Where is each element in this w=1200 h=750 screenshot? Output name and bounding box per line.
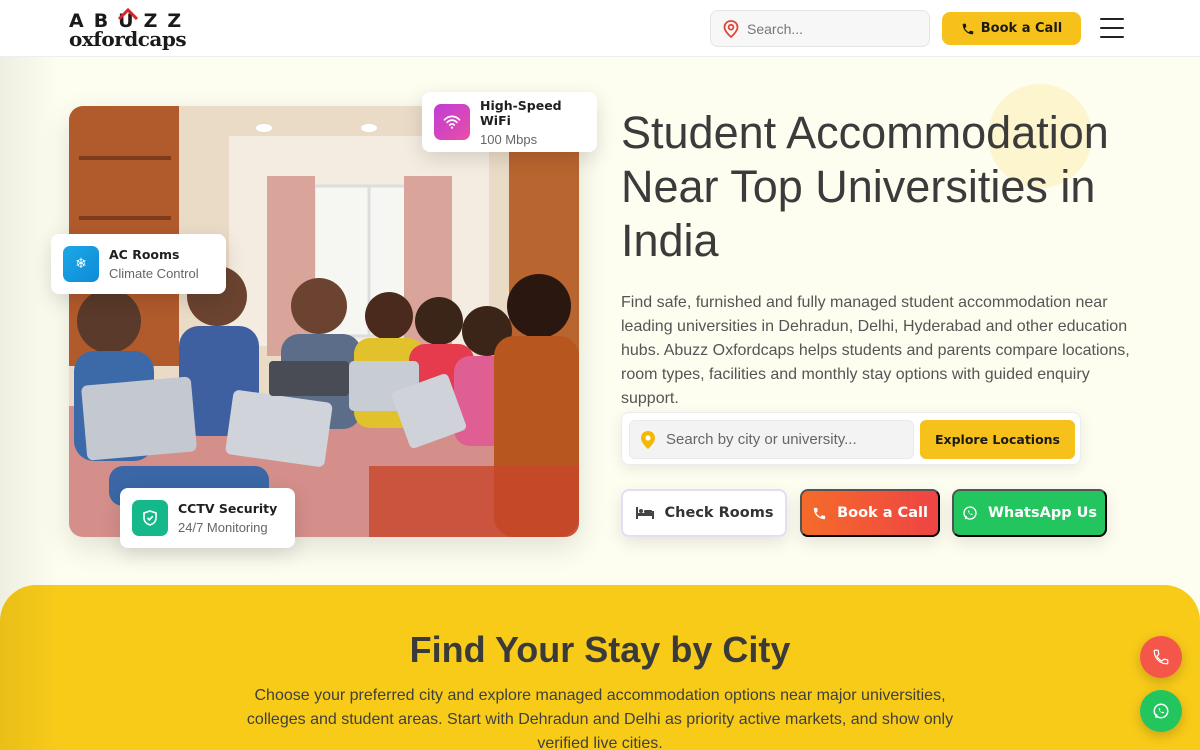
feature-title: CCTV Security (178, 501, 278, 516)
feature-subtitle: 24/7 Monitoring (178, 520, 268, 535)
explore-locations-button[interactable]: Explore Locations (920, 420, 1075, 459)
city-search-input[interactable] (666, 431, 896, 448)
city-section-description: Choose your preferred city and explore m… (246, 687, 954, 750)
feature-subtitle: Climate Control (109, 266, 199, 281)
phone-icon (1153, 649, 1169, 665)
whatsapp-button[interactable]: WhatsApp Us (952, 489, 1107, 537)
book-call-cta-button[interactable]: Book a Call (800, 489, 940, 537)
feature-title: AC Rooms (109, 247, 180, 262)
location-pin-icon (641, 430, 655, 449)
phone-icon (813, 507, 826, 519)
hamburger-menu-icon[interactable] (1100, 18, 1124, 38)
bed-icon (635, 507, 654, 519)
whatsapp-icon (963, 506, 977, 520)
hero-title: Student Accommodation Near Top Universit… (621, 107, 1109, 266)
feature-card-cctv: CCTV Security 24/7 Monitoring (120, 488, 295, 548)
whatsapp-label: WhatsApp Us (987, 505, 1098, 521)
phone-icon (962, 23, 974, 34)
brand-logo[interactable]: ABUZZ oxfordcaps (69, 8, 189, 51)
city-search-field[interactable] (629, 420, 914, 459)
logo-bottom-text: oxfordcaps (69, 27, 187, 51)
hero-description: Find safe, furnished and fully managed s… (621, 294, 1130, 407)
check-rooms-button[interactable]: Check Rooms (621, 489, 787, 537)
header-search[interactable] (710, 10, 930, 47)
floating-whatsapp-button[interactable] (1140, 690, 1182, 732)
site-header: ABUZZ oxfordcaps Book a Call (0, 0, 1200, 57)
hero-image-students (69, 106, 579, 537)
whatsapp-icon (1153, 703, 1169, 719)
location-pin-icon (723, 19, 739, 38)
snowflake-icon: ❄ (63, 246, 99, 282)
book-call-cta-label: Book a Call (837, 505, 928, 521)
check-rooms-label: Check Rooms (664, 505, 774, 521)
feature-subtitle: 100 Mbps (480, 131, 538, 147)
shield-icon (132, 500, 168, 536)
feature-title: High-Speed WiFi (480, 97, 562, 128)
feature-card-wifi: High-Speed WiFi 100 Mbps (422, 92, 597, 152)
floating-call-button[interactable] (1140, 636, 1182, 678)
feature-card-ac: ❄ AC Rooms Climate Control (51, 234, 226, 294)
wifi-icon (434, 104, 470, 140)
hero-search-panel: Explore Locations (621, 412, 1081, 465)
header-search-input[interactable] (747, 20, 917, 37)
find-by-city-section: Find Your Stay by City Choose your prefe… (0, 585, 1200, 750)
city-section-title: Find Your Stay by City (409, 629, 791, 670)
book-call-button[interactable]: Book a Call (942, 12, 1081, 45)
roof-icon (117, 8, 139, 20)
book-call-label: Book a Call (980, 21, 1063, 36)
